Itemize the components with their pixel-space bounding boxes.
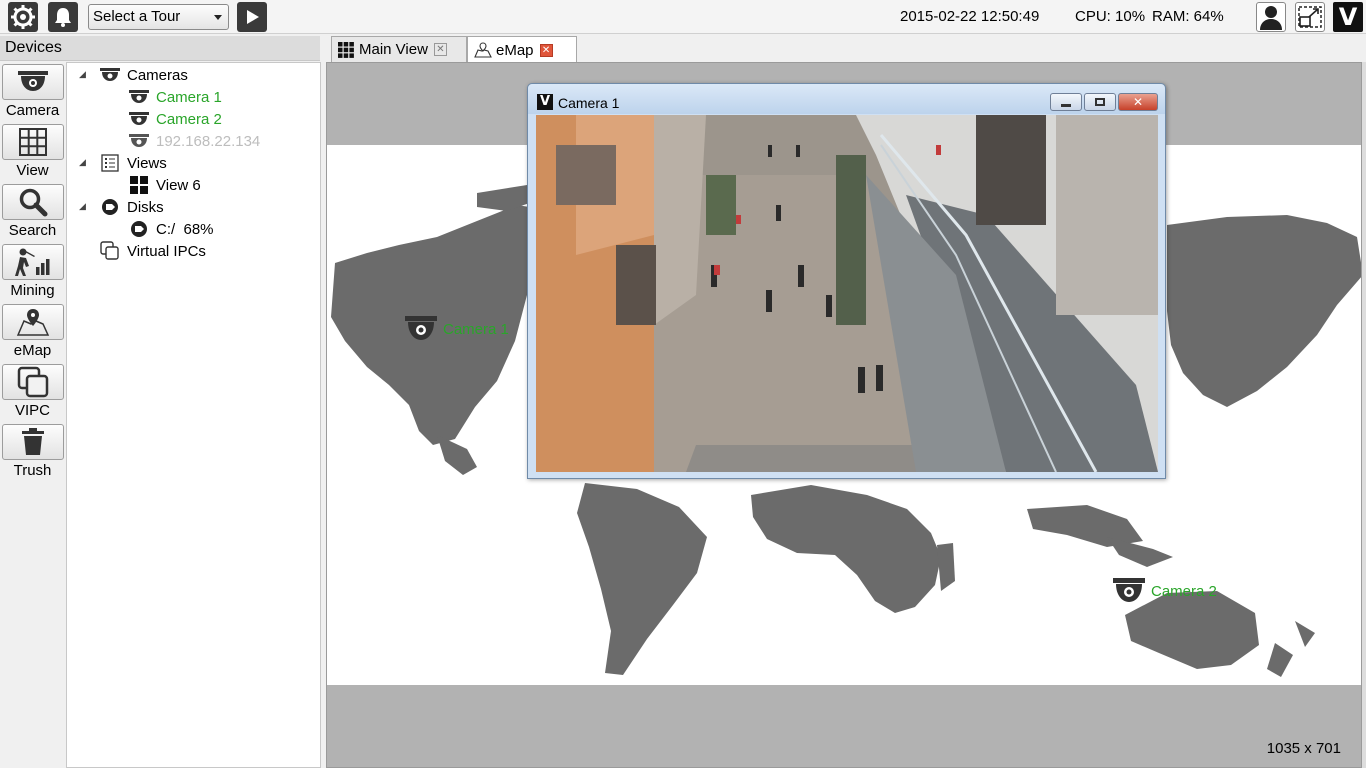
ram-usage: RAM: 64%	[1152, 8, 1224, 25]
tab-close-icon[interactable]: ✕	[433, 43, 447, 56]
side-nav-emap[interactable]: eMap	[0, 302, 65, 362]
tree-node-cameras[interactable]: Cameras	[99, 64, 188, 86]
tree-label: 192.168.22.134	[156, 132, 261, 150]
tree-node-view-6[interactable]: View 6	[128, 174, 201, 196]
video-frame-image	[536, 115, 1158, 472]
tree-node-ip-camera[interactable]: 192.168.22.134	[128, 130, 260, 152]
tree-label: Views	[127, 154, 167, 172]
stacked-windows-icon	[99, 241, 121, 260]
camera-window-title: Camera 1	[558, 95, 620, 111]
tree-label: Camera 2	[156, 110, 222, 128]
restore-icon	[1095, 98, 1105, 106]
camera-window-titlebar[interactable]: V Camera 1 ✕	[528, 84, 1165, 114]
grid-icon	[338, 41, 354, 58]
app-logo-small: V	[537, 94, 553, 110]
user-icon[interactable]	[1256, 2, 1286, 32]
grid-icon[interactable]	[2, 124, 64, 160]
tab-main-view[interactable]: Main View ✕	[331, 36, 467, 62]
play-tour-button[interactable]	[237, 2, 267, 32]
close-button[interactable]: ✕	[1118, 93, 1158, 111]
camera-video-feed[interactable]	[536, 115, 1158, 472]
dome-camera-icon	[128, 88, 150, 106]
dome-camera-icon	[128, 110, 150, 128]
side-nav-mining[interactable]: Mining	[0, 242, 65, 302]
dome-camera-icon	[99, 66, 121, 84]
stacked-windows-icon[interactable]	[2, 364, 64, 400]
dome-camera-icon	[405, 316, 437, 340]
side-nav: Camera View Search Mining eMap VIPC Trus…	[0, 62, 65, 768]
tab-label: eMap	[496, 41, 534, 59]
side-nav-trush[interactable]: Trush	[0, 422, 65, 482]
emap-marker-camera-1[interactable]: Camera 1	[405, 316, 509, 342]
tree-label: Cameras	[127, 66, 188, 84]
alarm-bell-icon[interactable]	[48, 2, 78, 32]
tree-node-disks[interactable]: Disks	[99, 196, 164, 218]
fullscreen-icon[interactable]	[1295, 2, 1325, 32]
app-logo-text: V	[1338, 3, 1358, 31]
disk-icon	[128, 220, 150, 238]
tree-label: Virtual IPCs	[127, 242, 206, 260]
marker-label: Camera 1	[443, 320, 509, 338]
close-icon: ✕	[1132, 95, 1144, 109]
side-nav-search[interactable]: Search	[0, 182, 65, 242]
tree-label: View 6	[156, 176, 201, 194]
trash-icon[interactable]	[2, 424, 64, 460]
minimize-button[interactable]	[1050, 93, 1082, 111]
tab-label: Main View	[359, 41, 428, 58]
list-icon	[99, 154, 121, 172]
map-size-readout: 1035 x 701	[1266, 740, 1341, 757]
tab-close-icon[interactable]: ✕	[539, 43, 553, 57]
tree-label: Camera 1	[156, 88, 222, 106]
datetime-display: 2015-02-22 12:50:49	[900, 8, 1040, 25]
device-tree: ◢ Cameras Camera 1 Camera 2 192.168.22.1…	[66, 62, 321, 768]
chevron-down-icon	[214, 15, 222, 20]
play-icon	[247, 10, 259, 24]
side-nav-label: View	[16, 162, 49, 179]
mining-icon[interactable]	[2, 244, 64, 280]
vertical-scrollbar[interactable]	[1362, 62, 1366, 768]
tree-node-disk-c[interactable]: C:/ 68%	[128, 218, 214, 240]
dome-camera-icon	[1113, 578, 1145, 602]
tour-select-value: Select a Tour	[93, 8, 181, 25]
devices-panel-header: Devices	[0, 36, 320, 61]
dome-camera-icon[interactable]	[2, 64, 64, 100]
tree-node-virtual-ipcs[interactable]: Virtual IPCs	[99, 240, 206, 262]
tree-node-camera-1[interactable]: Camera 1	[128, 86, 222, 108]
side-nav-view[interactable]: View	[0, 122, 65, 182]
minimize-icon	[1061, 103, 1071, 107]
tree-node-views[interactable]: Views	[99, 152, 167, 174]
dome-camera-icon	[128, 132, 150, 150]
view-tabs: Main View ✕ eMap ✕	[326, 36, 1366, 63]
expand-triangle-icon[interactable]: ◢	[79, 201, 86, 212]
magnifier-icon[interactable]	[2, 184, 64, 220]
side-nav-label: VIPC	[14, 402, 50, 419]
side-nav-vipc[interactable]: VIPC	[0, 362, 65, 422]
app-logo: V	[1333, 2, 1363, 32]
camera-popup-window[interactable]: V Camera 1 ✕	[527, 83, 1166, 479]
top-toolbar: Select a Tour 2015-02-22 12:50:49 CPU: 1…	[0, 0, 1366, 34]
emap-marker-camera-2[interactable]: Camera 2	[1113, 578, 1217, 604]
side-nav-label: Mining	[10, 282, 55, 299]
cpu-usage: CPU: 10%	[1075, 8, 1146, 25]
side-nav-label: eMap	[13, 342, 52, 359]
map-pin-icon[interactable]	[2, 304, 64, 340]
expand-triangle-icon[interactable]: ◢	[79, 69, 86, 80]
devices-title: Devices	[5, 39, 62, 56]
side-nav-label: Camera	[5, 102, 60, 119]
tab-emap[interactable]: eMap ✕	[467, 36, 577, 63]
tree-node-camera-2[interactable]: Camera 2	[128, 108, 222, 130]
settings-gear-icon[interactable]	[8, 2, 38, 32]
tree-label: C:/ 68%	[156, 220, 214, 238]
tree-label: Disks	[127, 198, 164, 216]
disk-icon	[99, 198, 121, 216]
side-nav-label: Trush	[13, 462, 52, 479]
grid-icon	[128, 176, 150, 194]
marker-label: Camera 2	[1151, 582, 1217, 600]
restore-button[interactable]	[1084, 93, 1116, 111]
tour-select[interactable]: Select a Tour	[88, 4, 229, 30]
side-nav-label: Search	[8, 222, 57, 239]
expand-triangle-icon[interactable]: ◢	[79, 157, 86, 168]
side-nav-camera[interactable]: Camera	[0, 62, 65, 122]
map-icon	[474, 42, 492, 58]
